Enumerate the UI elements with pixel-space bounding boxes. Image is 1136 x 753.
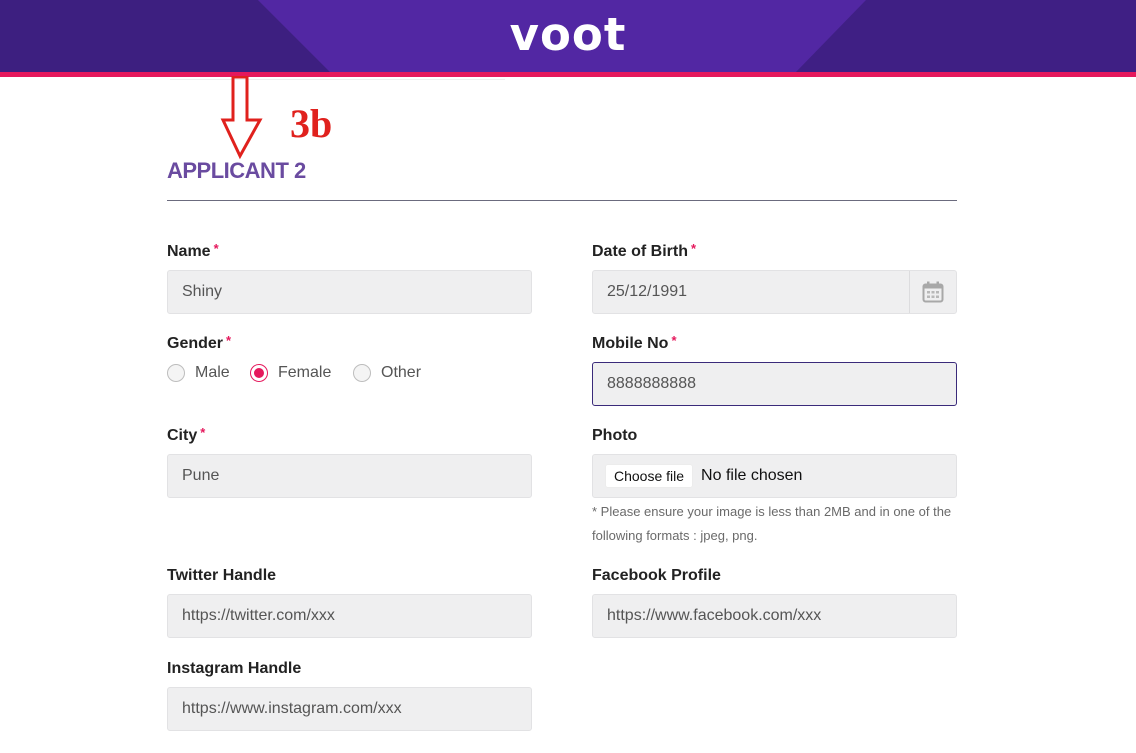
voot-logo[interactable]: voot [0, 8, 1136, 61]
gender-option-other[interactable]: Other [353, 364, 421, 382]
photo-label: Photo [592, 427, 638, 444]
dob-label: Date of Birth * [592, 241, 697, 261]
required-marker: * [200, 425, 206, 440]
name-label: Name * [167, 241, 219, 261]
dob-input[interactable]: 25/12/1991 [592, 270, 957, 314]
city-label: City * [167, 425, 206, 445]
photo-hint: * Please ensure your image is less than … [592, 504, 952, 543]
city-label-text: City [167, 427, 198, 444]
mobile-label-text: Mobile No [592, 335, 669, 352]
required-marker: * [213, 241, 219, 256]
gender-option-label: Female [278, 364, 332, 381]
name-label-text: Name [167, 243, 211, 260]
instagram-input[interactable]: https://www.instagram.com/xxx [167, 687, 532, 731]
dob-value: 25/12/1991 [607, 283, 688, 300]
radio-button-selected[interactable] [250, 364, 268, 382]
gender-label: Gender * [167, 333, 232, 353]
facebook-input[interactable]: https://www.facebook.com/xxx [592, 594, 957, 638]
dob-label-text: Date of Birth [592, 243, 688, 260]
photo-file-input[interactable]: Choose file No file chosen [592, 454, 957, 498]
file-status-text: No file chosen [701, 467, 803, 484]
city-input[interactable]: Pune [167, 454, 532, 498]
gender-option-label: Other [381, 364, 422, 381]
calendar-icon [922, 281, 944, 303]
calendar-button[interactable] [909, 271, 956, 313]
site-header: voot [0, 0, 1136, 72]
mobile-label: Mobile No * [592, 333, 677, 353]
section-title: APPLICANT 2 [167, 158, 306, 183]
choose-file-button[interactable]: Choose file [605, 464, 694, 488]
required-marker: * [226, 333, 232, 348]
gender-label-text: Gender [167, 335, 224, 352]
instagram-label: Instagram Handle [167, 660, 302, 677]
gender-option-label: Male [195, 364, 230, 381]
mobile-input[interactable]: 8888888888 [592, 362, 957, 406]
radio-button[interactable] [167, 364, 185, 382]
header-accent-bar [0, 72, 1136, 77]
twitter-label: Twitter Handle [167, 567, 277, 584]
required-marker: * [671, 333, 677, 348]
required-marker: * [691, 241, 697, 256]
section-divider [167, 200, 957, 201]
twitter-input[interactable]: https://twitter.com/xxx [167, 594, 532, 638]
facebook-label: Facebook Profile [592, 567, 721, 584]
radio-button[interactable] [353, 364, 371, 382]
name-input[interactable]: Shiny [167, 270, 532, 314]
annotation-arrow-icon [220, 76, 263, 160]
gender-option-female[interactable]: Female [250, 364, 331, 382]
annotation-label: 3b [290, 101, 333, 146]
gender-option-male[interactable]: Male [167, 364, 230, 382]
